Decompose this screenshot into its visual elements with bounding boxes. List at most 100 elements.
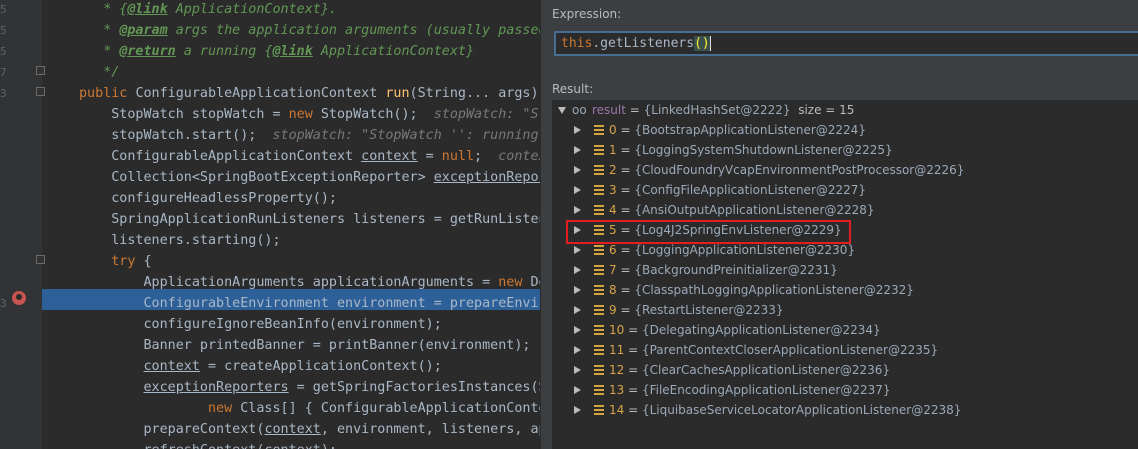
line-number: 3	[0, 87, 6, 100]
field-icon	[594, 165, 604, 175]
item-equals: =	[616, 303, 635, 317]
expand-arrow-icon[interactable]	[574, 186, 581, 194]
code-token: ApplicationContext}	[312, 44, 475, 59]
result-item-row[interactable]: 13 = {FileEncodingApplicationListener@22…	[552, 380, 1138, 400]
item-value: {CloudFoundryVcapEnvironmentPostProcesso…	[634, 163, 965, 177]
code-token: a running {	[175, 44, 273, 59]
expand-arrow-icon[interactable]	[574, 126, 581, 134]
expand-arrow-icon[interactable]	[574, 306, 581, 314]
code-token: * {	[103, 2, 128, 17]
result-item-row[interactable]: 2 = {CloudFoundryVcapEnvironmentPostProc…	[552, 160, 1138, 180]
line-number	[0, 419, 6, 440]
result-item-text: 1 = {LoggingSystemShutdownListener@2225}	[609, 140, 893, 160]
expand-arrow-icon[interactable]	[574, 286, 581, 294]
result-item-row[interactable]: 12 = {ClearCachesApplicationListener@223…	[552, 360, 1138, 380]
fold-icon[interactable]	[36, 66, 45, 75]
item-equals: =	[616, 183, 635, 197]
line-number: 5	[0, 24, 6, 37]
result-item-row[interactable]: 11 = {ParentContextCloserApplicationList…	[552, 340, 1138, 360]
expand-arrow-icon[interactable]	[574, 206, 581, 214]
field-icon	[594, 365, 604, 375]
code-token: ApplicationArguments applicationArgument…	[143, 275, 499, 290]
item-index: 1	[609, 143, 617, 157]
code-token: context	[264, 422, 321, 437]
result-tree[interactable]: oo result = {LinkedHashSet@2222} size = …	[552, 100, 1138, 449]
code-token: listeners.starting();	[111, 233, 281, 248]
fold-icon[interactable]	[36, 255, 45, 264]
result-item-row[interactable]: 1 = {LoggingSystemShutdownListener@2225}	[552, 140, 1138, 160]
breakpoint-icon[interactable]	[12, 291, 26, 305]
item-equals: =	[616, 163, 635, 177]
result-item-text: 12 = {ClearCachesApplicationListener@223…	[609, 360, 890, 380]
result-item-text: 10 = {DelegatingApplicationListener@2234…	[609, 320, 881, 340]
code-line: ConfigurableEnvironment environment = pr…	[79, 293, 541, 314]
item-equals: =	[616, 203, 635, 217]
result-label: Result:	[552, 82, 594, 96]
expression-input[interactable]: this.getListeners()	[554, 31, 1138, 56]
code-line: context = createApplicationContext();	[79, 356, 442, 377]
field-icon	[594, 245, 604, 255]
item-equals: =	[624, 323, 642, 337]
code-token: Banner printedBanner = printBanner(envir…	[143, 338, 531, 353]
code-token: ConfigurableApplicationContext	[135, 86, 386, 101]
result-item-row[interactable]: 4 = {AnsiOutputApplicationListener@2228}	[552, 200, 1138, 220]
result-item-row[interactable]: 10 = {DelegatingApplicationListener@2234…	[552, 320, 1138, 340]
expand-arrow-icon[interactable]	[574, 146, 581, 154]
result-item-row[interactable]: 7 = {BackgroundPreinitializer@2231}	[552, 260, 1138, 280]
code-editor[interactable]: 555733 * {@link ApplicationContext}. * @…	[0, 0, 540, 449]
field-icon	[594, 345, 604, 355]
result-value: {LinkedHashSet@2222}	[643, 103, 791, 117]
result-item-row[interactable]: 0 = {BootstrapApplicationListener@2224}	[552, 120, 1138, 140]
expand-arrow-icon[interactable]	[574, 266, 581, 274]
expand-arrow-icon[interactable]	[574, 326, 581, 334]
field-icon	[594, 325, 604, 335]
item-index: 10	[609, 323, 625, 337]
field-icon	[594, 185, 604, 195]
code-token: , environment, listeners, ap	[320, 422, 540, 437]
collapse-arrow-icon[interactable]	[558, 107, 566, 114]
code-token: ;	[474, 149, 499, 164]
item-value: {ParentContextCloserApplicationListener@…	[641, 343, 939, 357]
code-line: ApplicationArguments applicationArgument…	[79, 272, 541, 293]
expand-arrow-icon[interactable]	[574, 246, 581, 254]
item-value: {RestartListener@2233}	[634, 303, 784, 317]
result-item-row[interactable]: 14 = {LiquibaseServiceLocatorApplication…	[552, 400, 1138, 420]
code-token: = createApplicationContext();	[199, 359, 442, 374]
expand-arrow-icon[interactable]	[574, 166, 581, 174]
line-number: 7	[0, 66, 6, 79]
code-token: StopWatch();	[320, 107, 434, 122]
line-number	[0, 251, 6, 272]
line-number	[0, 335, 6, 356]
line-number	[0, 398, 6, 419]
item-equals: =	[624, 403, 642, 417]
result-root-row[interactable]: oo result = {LinkedHashSet@2222} size = …	[552, 100, 1138, 120]
result-item-row[interactable]: 3 = {ConfigFileApplicationListener@2227}	[552, 180, 1138, 200]
code-token: ConfigurableEnvironment environment = pr…	[143, 296, 541, 311]
result-item-row[interactable]: 8 = {ClasspathLoggingApplicationListener…	[552, 280, 1138, 300]
code-token: @link	[272, 44, 313, 59]
expand-arrow-icon[interactable]	[574, 406, 581, 414]
code-token: StopWatch stopWatch =	[111, 107, 289, 122]
expand-arrow-icon[interactable]	[574, 366, 581, 374]
result-item-text: 13 = {FileEncodingApplicationListener@22…	[609, 380, 891, 400]
fold-icon[interactable]	[36, 87, 45, 96]
code-line: public ConfigurableApplicationContext ru…	[79, 83, 540, 104]
result-item-row[interactable]: 9 = {RestartListener@2233}	[552, 300, 1138, 320]
item-equals: =	[616, 263, 635, 277]
item-value: {LoggingSystemShutdownListener@2225}	[634, 143, 893, 157]
item-value: {LoggingApplicationListener@2230}	[634, 243, 856, 257]
expand-arrow-icon[interactable]	[574, 346, 581, 354]
item-value: {AnsiOutputApplicationListener@2228}	[634, 203, 875, 217]
code-token: args the application arguments (usually …	[167, 23, 540, 38]
code-line: SpringApplicationRunListeners listeners …	[79, 209, 540, 230]
item-index: 2	[609, 163, 617, 177]
result-item-text: 11 = {ParentContextCloserApplicationList…	[609, 340, 938, 360]
expand-arrow-icon[interactable]	[574, 386, 581, 394]
code-token: exceptionReporters	[143, 380, 289, 395]
line-number	[0, 146, 6, 167]
editor-gutter[interactable]: 5 5 5 7 3 3	[0, 0, 45, 449]
